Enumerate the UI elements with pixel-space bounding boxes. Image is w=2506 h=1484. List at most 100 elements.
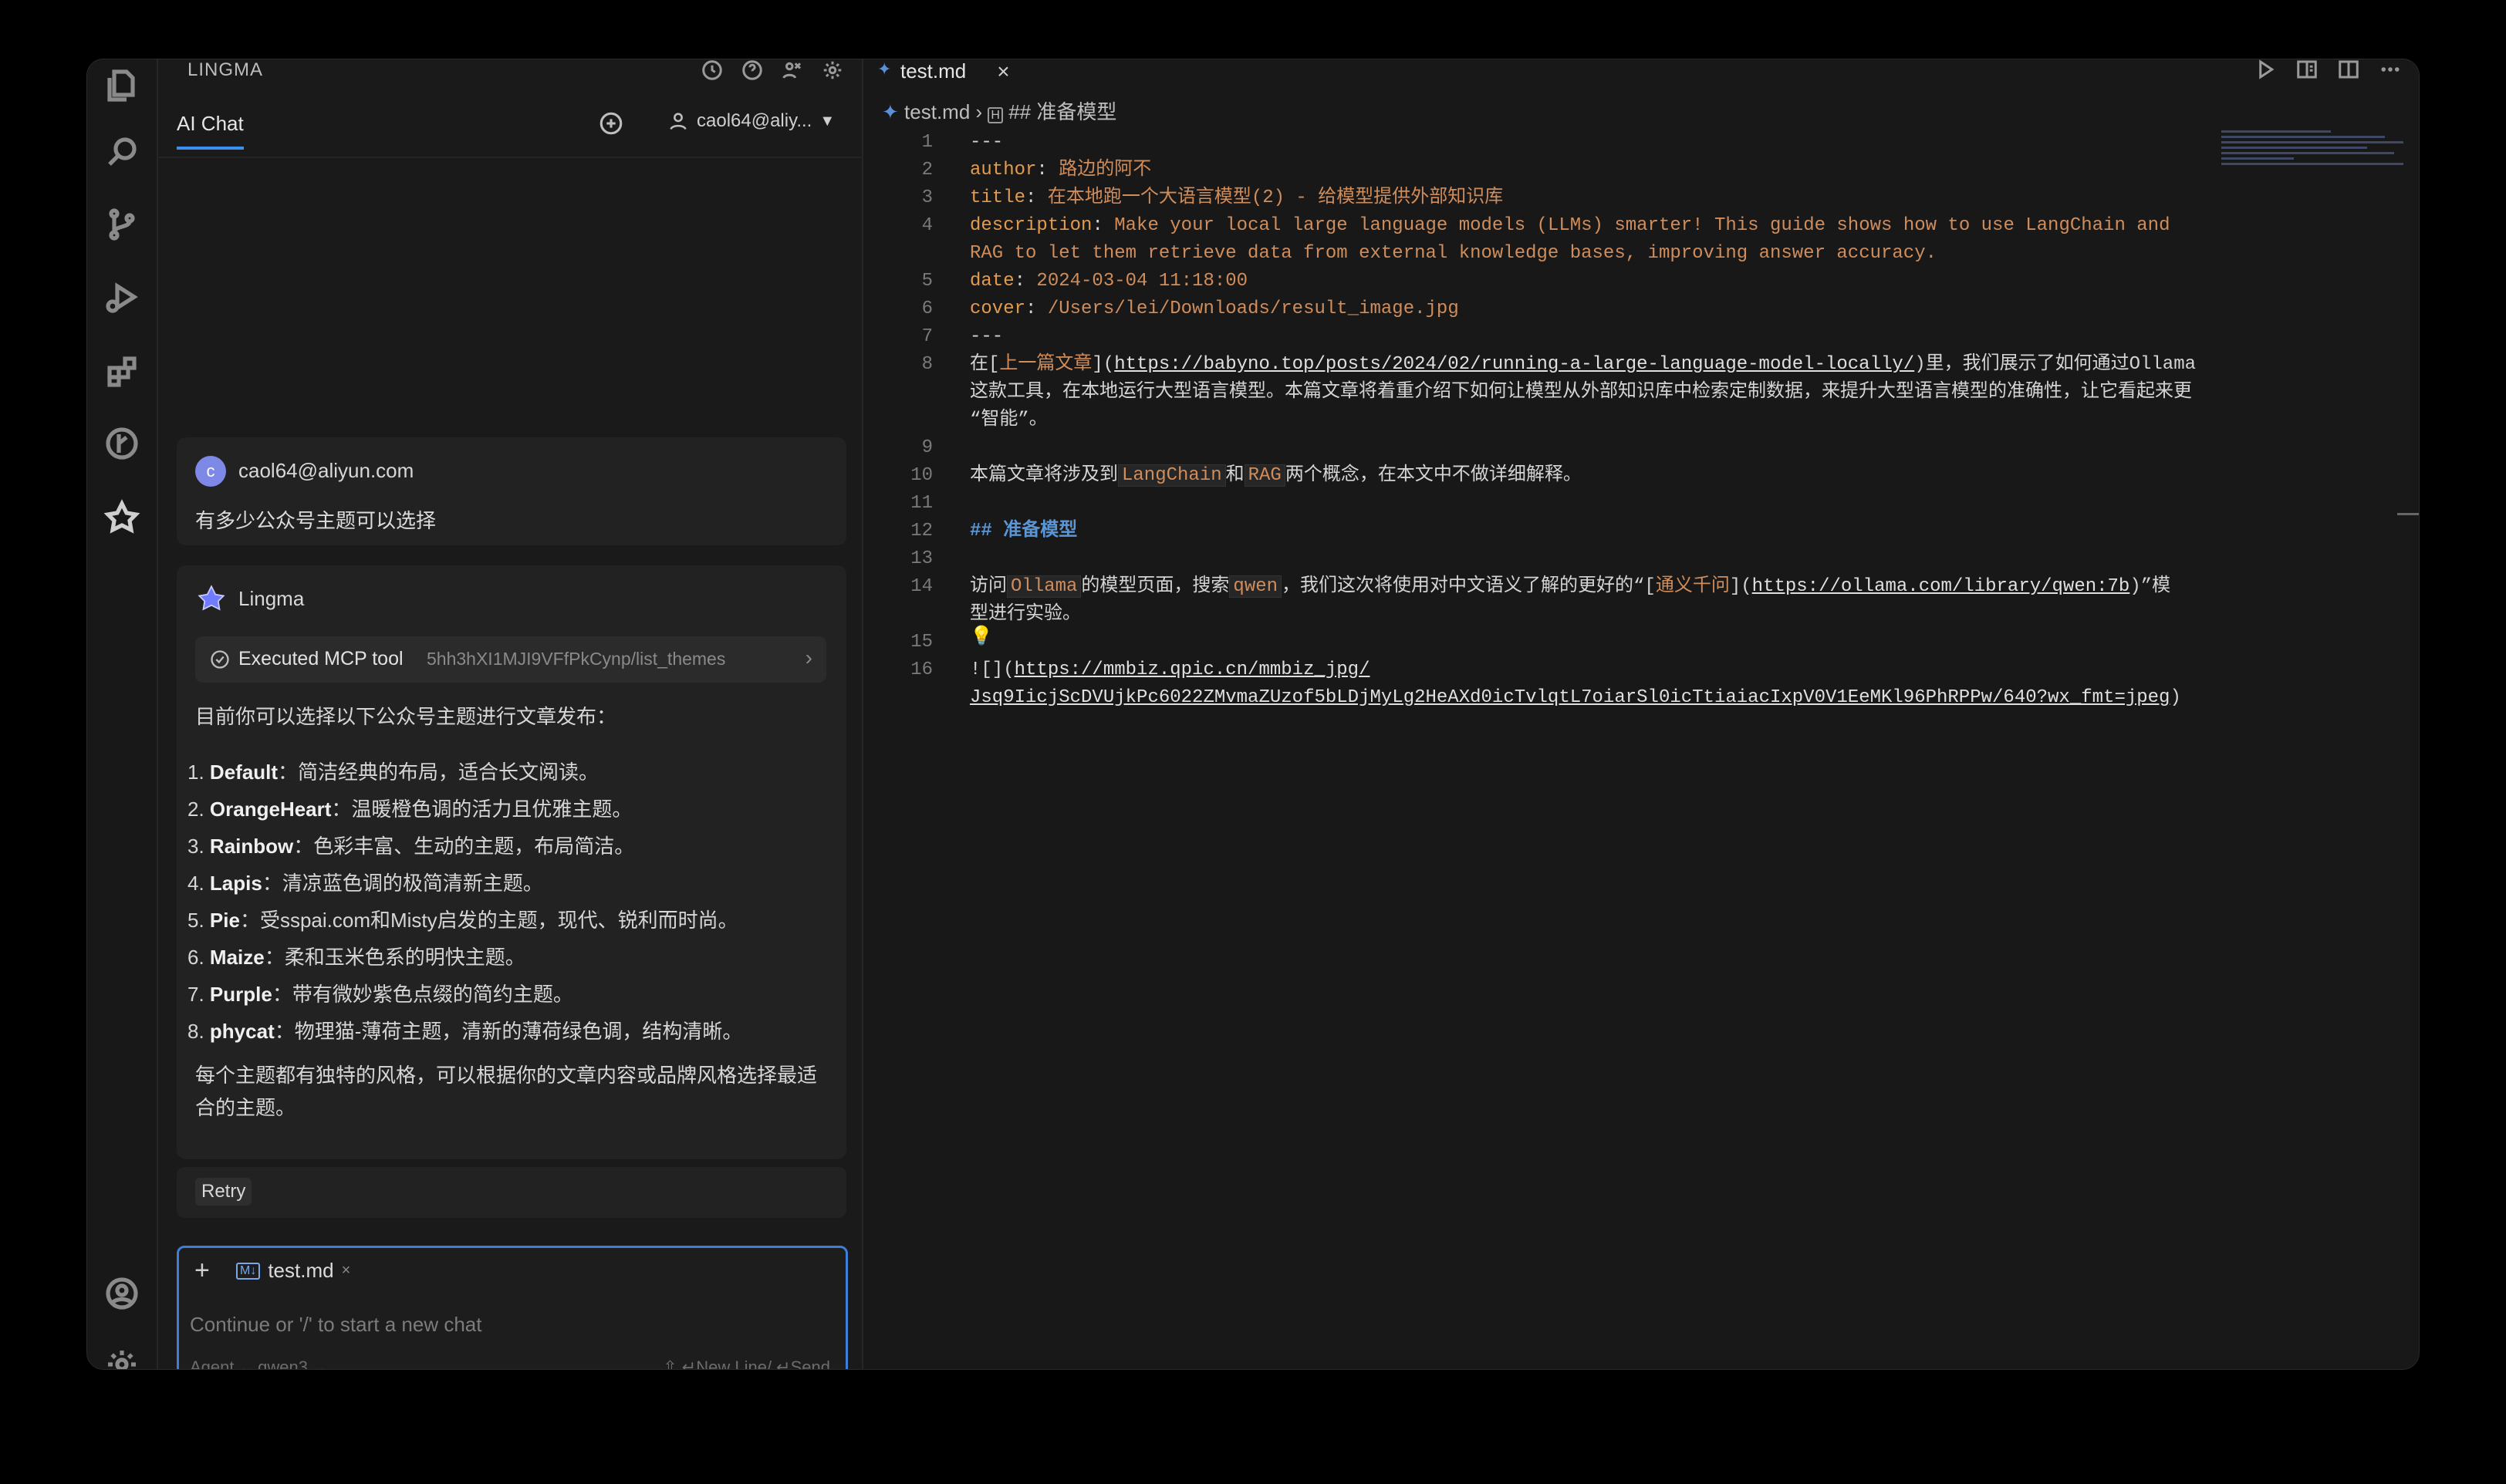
code-line: --- — [970, 326, 1004, 347]
line-number: 2 — [921, 160, 933, 180]
minimap[interactable] — [2221, 127, 2403, 197]
panel-header: LINGMA — [158, 59, 862, 106]
list-item: 7. Purple：带有微妙紫色点缀的简约主题。 — [187, 983, 573, 1006]
lightbulb-icon[interactable]: 💡 — [970, 624, 2220, 652]
code-line: description: Make your local large langu… — [970, 215, 2170, 236]
tab-ai-chat[interactable]: AI Chat — [177, 112, 244, 150]
line-number: 14 — [910, 576, 933, 597]
chat-input-placeholder[interactable]: Continue or '/' to start a new chat — [190, 1313, 481, 1337]
list-item: 4. Lapis：清凉蓝色调的极简清新主题。 — [187, 872, 543, 895]
tab-label: test.md — [900, 59, 967, 83]
breadcrumb-file[interactable]: test.md — [904, 100, 970, 123]
line-number: 9 — [921, 437, 933, 458]
settings-icon[interactable] — [100, 1343, 144, 1369]
account-icon[interactable] — [100, 1272, 144, 1315]
close-tab-icon[interactable]: × — [997, 59, 1009, 84]
markdown-tab-icon: ✦ — [877, 59, 892, 79]
open-preview-icon[interactable] — [2295, 59, 2319, 81]
editor-area: ✦ test.md × ✦ test.md › H ## 准备模型 1 --- … — [863, 59, 2419, 1369]
user-selector[interactable]: caol64@aliy... ▼ — [667, 110, 835, 132]
close-icon[interactable]: × — [342, 1262, 351, 1280]
mode-selector[interactable]: Agent ⌄ qwen3 ⌄ — [190, 1358, 327, 1369]
user-icon — [670, 113, 687, 130]
user-email: caol64@aliyun.com — [238, 459, 414, 482]
split-editor-icon[interactable] — [2337, 59, 2360, 81]
file-chip[interactable]: M↓ test.md × — [236, 1259, 350, 1283]
add-context-icon[interactable]: + — [194, 1256, 210, 1286]
user-message-text: 有多少公众号主题可以选择 — [195, 509, 437, 532]
code-line: date: 2024-03-04 11:18:00 — [970, 271, 1248, 292]
code-line: title: 在本地跑一个大语言模型(2) - 给模型提供外部知识库 — [970, 187, 1504, 208]
more-icon[interactable] — [2379, 59, 2402, 81]
chat-input-box[interactable]: + M↓ test.md × Continue or '/' to start … — [177, 1246, 848, 1370]
avatar: c — [195, 456, 226, 487]
retry-button[interactable]: Retry — [195, 1178, 252, 1206]
assistant-name: Lingma — [238, 587, 305, 610]
code-line: author: 路边的阿不 — [970, 160, 1152, 180]
line-number: 16 — [910, 659, 933, 680]
breadcrumb-section[interactable]: ## 准备模型 — [1008, 100, 1116, 123]
line-number: 11 — [910, 493, 933, 514]
scrollbar-marker[interactable] — [2397, 513, 2419, 515]
line-number: 6 — [921, 298, 933, 319]
code-line: ## 准备模型 — [970, 521, 1078, 541]
reply-outro: 每个主题都有独特的风格，可以根据你的文章内容或品牌风格选择最适 合的主题。 — [195, 1064, 818, 1119]
panel-actions — [700, 59, 845, 83]
code-line: 在[上一篇文章](https://babyno.top/posts/2024/0… — [970, 354, 2197, 375]
line-number: 10 — [910, 465, 933, 486]
user-selector-label: caol64@aliy... — [697, 110, 812, 131]
chevron-down-icon: ▼ — [819, 112, 836, 130]
code-line: --- — [970, 132, 1004, 153]
run-icon[interactable] — [2254, 59, 2277, 81]
markdown-file-icon: M↓ — [236, 1262, 261, 1280]
code-line-wrap: 这款工具，在本地运行大型语言模型。本篇文章将着重介绍下如何让模型从外部知识库中检… — [970, 382, 2192, 403]
user-feedback-icon[interactable] — [780, 59, 805, 83]
list-item: 8. phycat：物理猫-薄荷主题，清新的薄荷绿色调，结构清晰。 — [187, 1020, 743, 1043]
chip-label: test.md — [268, 1259, 334, 1282]
code-line: 访问 Ollama 的模型页面，搜索 qwen ，我们这次将使用对中文语义了解的更好的“… — [970, 575, 2171, 598]
assistant-message-card: Lingma Executed MCP tool 5hh3hXI1MJI9VFf… — [177, 565, 846, 1159]
code-line: ![](https://mmbiz.qpic.cn/mmbiz_jpg/ — [970, 659, 1370, 680]
line-number: 4 — [921, 215, 933, 236]
new-chat-icon[interactable] — [598, 110, 624, 137]
editor-actions — [2254, 59, 2402, 81]
chevron-right-icon: › — [975, 100, 988, 123]
theme-list: 1. Default：简洁经典的布局，适合长文阅读。 2. OrangeHear… — [187, 754, 742, 1050]
list-item: 6. Maize：柔和玉米色系的明快主题。 — [187, 946, 525, 969]
ide-window: LINGMA AI Chat caol64@aliy... ▼ c caol64… — [86, 59, 2420, 1370]
list-item: 2. OrangeHeart：温暖橙色调的活力且优雅主题。 — [187, 798, 633, 821]
panel-title: LINGMA — [187, 59, 264, 80]
search-icon[interactable] — [100, 130, 144, 174]
send-hint: ⇧ ↵New Line/ ↵Send — [663, 1358, 830, 1370]
list-item: 3. Rainbow：色彩丰富、生动的主题，布局简洁。 — [187, 835, 635, 858]
history-icon[interactable] — [700, 59, 724, 83]
check-circle-icon — [211, 650, 229, 669]
list-item: 5. Pie：受sspai.com和Misty启发的主题，现代、锐利而时尚。 — [187, 909, 738, 932]
help-icon[interactable] — [740, 59, 765, 83]
code-line: 本篇文章将涉及到 LangChain 和 RAG 两个概念，在本文中不做详细解释。 — [970, 464, 1582, 487]
list-item: 1. Default：简洁经典的布局，适合长文阅读。 — [187, 761, 599, 784]
explorer-icon[interactable] — [100, 64, 144, 107]
lingma-logo-icon — [198, 585, 225, 611]
breadcrumb: ✦ test.md › H ## 准备模型 — [882, 96, 1116, 125]
heading-icon: H — [988, 107, 1003, 123]
timeline-icon[interactable] — [100, 422, 144, 465]
line-number: 3 — [921, 187, 933, 208]
user-message-card: c caol64@aliyun.com 有多少公众号主题可以选择 — [177, 437, 846, 545]
line-number: 7 — [921, 326, 933, 347]
mcp-tool-row[interactable]: Executed MCP tool 5hh3hXI1MJI9VFfPkCynp/… — [195, 636, 826, 683]
extensions-icon[interactable] — [100, 349, 144, 393]
line-number: 8 — [921, 354, 933, 375]
activity-bar — [87, 59, 158, 1369]
retry-row: Retry — [177, 1167, 846, 1218]
markdown-file-icon: ✦ — [882, 100, 899, 123]
mcp-id: 5hh3hXI1MJI9VFfPkCynp/list_themes — [427, 649, 726, 669]
code-line-wrap: “智能”。 — [970, 410, 1048, 430]
mcp-label: Executed MCP tool — [238, 648, 404, 669]
lingma-icon[interactable] — [100, 496, 144, 539]
line-number: 1 — [921, 132, 933, 153]
source-control-icon[interactable] — [100, 203, 144, 246]
line-number: 5 — [921, 271, 933, 292]
run-debug-icon[interactable] — [100, 275, 144, 319]
gear-icon[interactable] — [820, 59, 845, 83]
